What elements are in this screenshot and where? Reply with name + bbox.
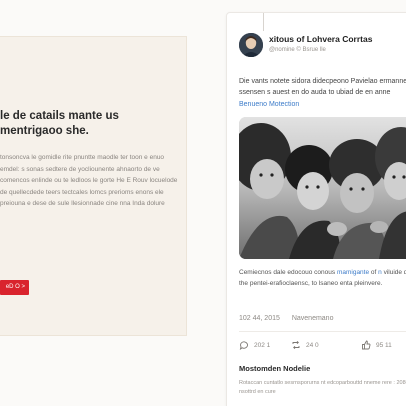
section-body: Rotaccan cuntatlo sesrnsporurns nt edcop…	[239, 380, 406, 395]
section-title: Mostomden Nodelie	[239, 364, 311, 373]
divider	[239, 331, 406, 332]
avatar-image	[239, 33, 263, 57]
page: le de catails mante us mentrigaoo she. t…	[0, 0, 406, 406]
like-icon	[362, 340, 371, 350]
promo-heading: le de catails mante us mentrigaoo she.	[0, 110, 119, 137]
like-button[interactable]: 95 11	[361, 340, 392, 350]
post-meta: 102 44, 2015 Navenemano	[239, 315, 333, 322]
thread-line	[263, 13, 264, 31]
promo-panel: le de catails mante us mentrigaoo she. t…	[0, 36, 187, 336]
author-name[interactable]: xitous of Lohvera Corrtas	[269, 34, 372, 44]
post-text: Die vants notete sidora didecpeono Pavie…	[239, 78, 406, 96]
like-count: 95 11	[376, 341, 392, 349]
caption-link[interactable]: mamigante	[337, 269, 369, 276]
retweet-count: 24 0	[306, 341, 319, 349]
author-handle: @nomine © Bsrue lle	[269, 47, 326, 53]
cta-button[interactable]: eD O >	[0, 280, 29, 295]
caption-text: Cemiecnos dale edocouo conous	[239, 269, 337, 276]
post-link[interactable]: Benueno Motection	[239, 101, 299, 108]
retweet-button[interactable]: 24 0	[291, 340, 319, 350]
post-caption: Cemiecnos dale edocouo conous mamigante …	[239, 267, 406, 289]
post-card: xitous of Lohvera Corrtas @nomine © Bsru…	[226, 12, 406, 406]
post-date: 102 44, 2015	[239, 315, 280, 322]
retweet-icon	[292, 340, 300, 350]
caption-text-mid: of	[369, 269, 379, 276]
group-photo-image	[239, 117, 406, 259]
avatar[interactable]	[239, 33, 263, 57]
post-photo[interactable]	[239, 117, 406, 259]
comment-button[interactable]: 202 1	[239, 340, 270, 350]
comment-icon	[239, 341, 248, 350]
comment-count: 202 1	[254, 341, 271, 349]
post-location[interactable]: Navenemano	[292, 315, 334, 322]
promo-body: tonsoncva le gomidle rite pnuntte maodle…	[0, 154, 178, 207]
